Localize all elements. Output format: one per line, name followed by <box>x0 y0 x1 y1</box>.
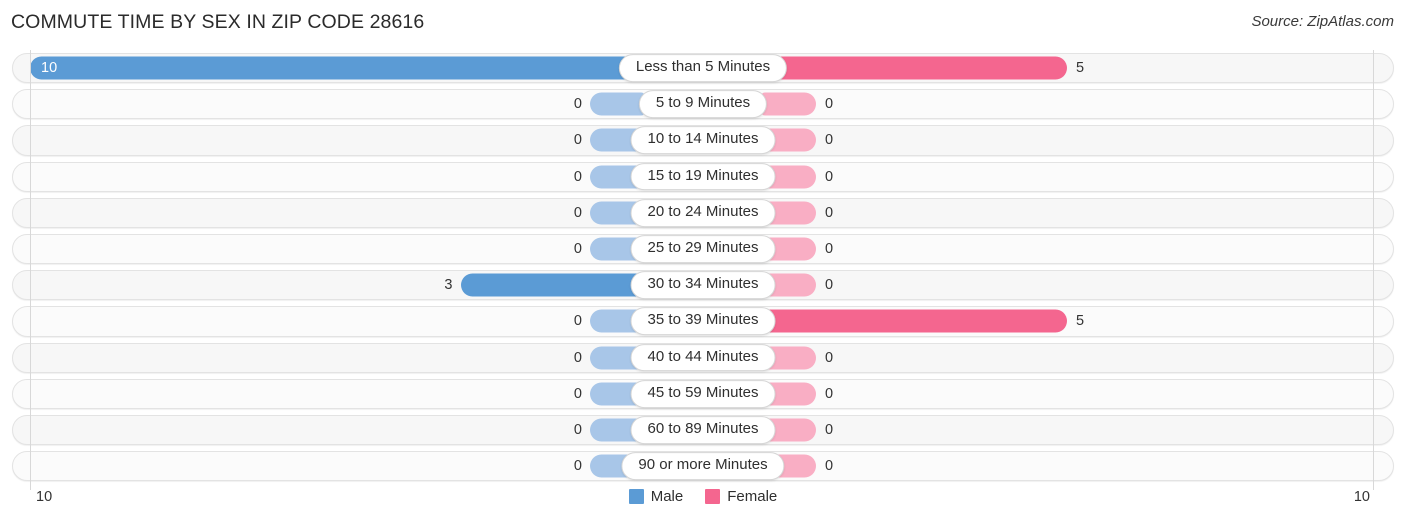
category-label: 20 to 24 Minutes <box>630 198 776 227</box>
male-value-label: 0 <box>573 240 582 257</box>
female-value-label: 0 <box>825 204 834 221</box>
male-bar[interactable] <box>590 92 645 116</box>
male-value-label: 3 <box>444 276 453 293</box>
chart-row: 0 0 20 to 24 Minutes <box>0 195 1406 231</box>
category-label: 10 to 14 Minutes <box>630 126 776 155</box>
female-bar[interactable] <box>761 56 1067 80</box>
legend-label-female: Female <box>727 488 778 505</box>
female-value-label: 0 <box>825 96 834 113</box>
female-value-label: 0 <box>825 349 834 366</box>
female-value-label: 0 <box>825 168 834 185</box>
category-label: Less than 5 Minutes <box>618 54 788 82</box>
female-bar[interactable] <box>761 309 1067 333</box>
category-label: 25 to 29 Minutes <box>630 235 776 263</box>
legend-item-male[interactable]: Male <box>628 488 684 505</box>
chart-row: 0 0 40 to 44 Minutes <box>0 340 1406 376</box>
chart-row: 0 0 45 to 59 Minutes <box>0 376 1406 412</box>
chart-row: 0 0 25 to 29 Minutes <box>0 231 1406 267</box>
male-value-label: 0 <box>573 349 582 366</box>
source-attribution: Source: ZipAtlas.com <box>1251 13 1394 30</box>
male-value-label: 0 <box>573 132 582 149</box>
male-value-label: 0 <box>573 385 582 402</box>
female-value-label: 0 <box>825 276 834 293</box>
category-label: 30 to 34 Minutes <box>630 271 776 300</box>
chart-footer: 10 10 Male Female <box>0 484 1406 523</box>
male-value-label: 0 <box>573 457 582 474</box>
male-bar[interactable] <box>30 56 645 80</box>
female-value-label: 0 <box>825 421 834 438</box>
category-label: 45 to 59 Minutes <box>630 379 776 408</box>
female-value-label: 0 <box>825 385 834 402</box>
chart-legend: Male Female <box>0 488 1406 505</box>
chart-row: 0 0 5 to 9 Minutes <box>0 86 1406 122</box>
legend-item-female[interactable]: Female <box>705 488 777 505</box>
female-value-label: 5 <box>1076 59 1085 76</box>
female-bar[interactable] <box>761 92 816 116</box>
category-label: 15 to 19 Minutes <box>630 162 776 191</box>
chart-row: 0 0 15 to 19 Minutes <box>0 159 1406 195</box>
chart-row: 10 5 Less than 5 Minutes <box>0 50 1406 86</box>
female-value-label: 0 <box>825 457 834 474</box>
chart-rows: 10 5 Less than 5 Minutes 0 0 5 to 9 Minutes 0 0… <box>0 50 1406 484</box>
category-label: 40 to 44 Minutes <box>630 343 776 372</box>
male-value-label: 10 <box>41 59 58 76</box>
category-label: 60 to 89 Minutes <box>630 416 776 444</box>
chart-plot-area: 10 5 Less than 5 Minutes 0 0 5 to 9 Minutes 0 0… <box>0 50 1406 490</box>
male-value-label: 0 <box>573 421 582 438</box>
male-bar[interactable] <box>460 273 645 297</box>
male-value-label: 0 <box>573 168 582 185</box>
category-label: 35 to 39 Minutes <box>630 307 776 336</box>
female-color-swatch-icon <box>705 489 721 504</box>
category-label: 5 to 9 Minutes <box>638 90 768 119</box>
chart-header: COMMUTE TIME BY SEX IN ZIP CODE 28616 So… <box>0 0 1406 44</box>
male-value-label: 0 <box>573 313 582 330</box>
male-value-label: 0 <box>573 204 582 221</box>
chart-row: 0 0 90 or more Minutes <box>0 448 1406 484</box>
page-title: COMMUTE TIME BY SEX IN ZIP CODE 28616 <box>11 11 425 33</box>
legend-label-male: Male <box>650 488 684 505</box>
chart-row: 0 5 35 to 39 Minutes <box>0 303 1406 339</box>
male-value-label: 0 <box>573 96 582 113</box>
chart-row: 0 0 60 to 89 Minutes <box>0 412 1406 448</box>
category-label: 90 or more Minutes <box>621 452 785 481</box>
female-value-label: 0 <box>825 240 834 257</box>
male-color-swatch-icon <box>628 489 644 504</box>
commute-time-chart: COMMUTE TIME BY SEX IN ZIP CODE 28616 So… <box>0 0 1406 523</box>
chart-row: 3 0 30 to 34 Minutes <box>0 267 1406 303</box>
chart-row: 0 0 10 to 14 Minutes <box>0 122 1406 158</box>
female-value-label: 5 <box>1076 313 1085 330</box>
female-value-label: 0 <box>825 132 834 149</box>
